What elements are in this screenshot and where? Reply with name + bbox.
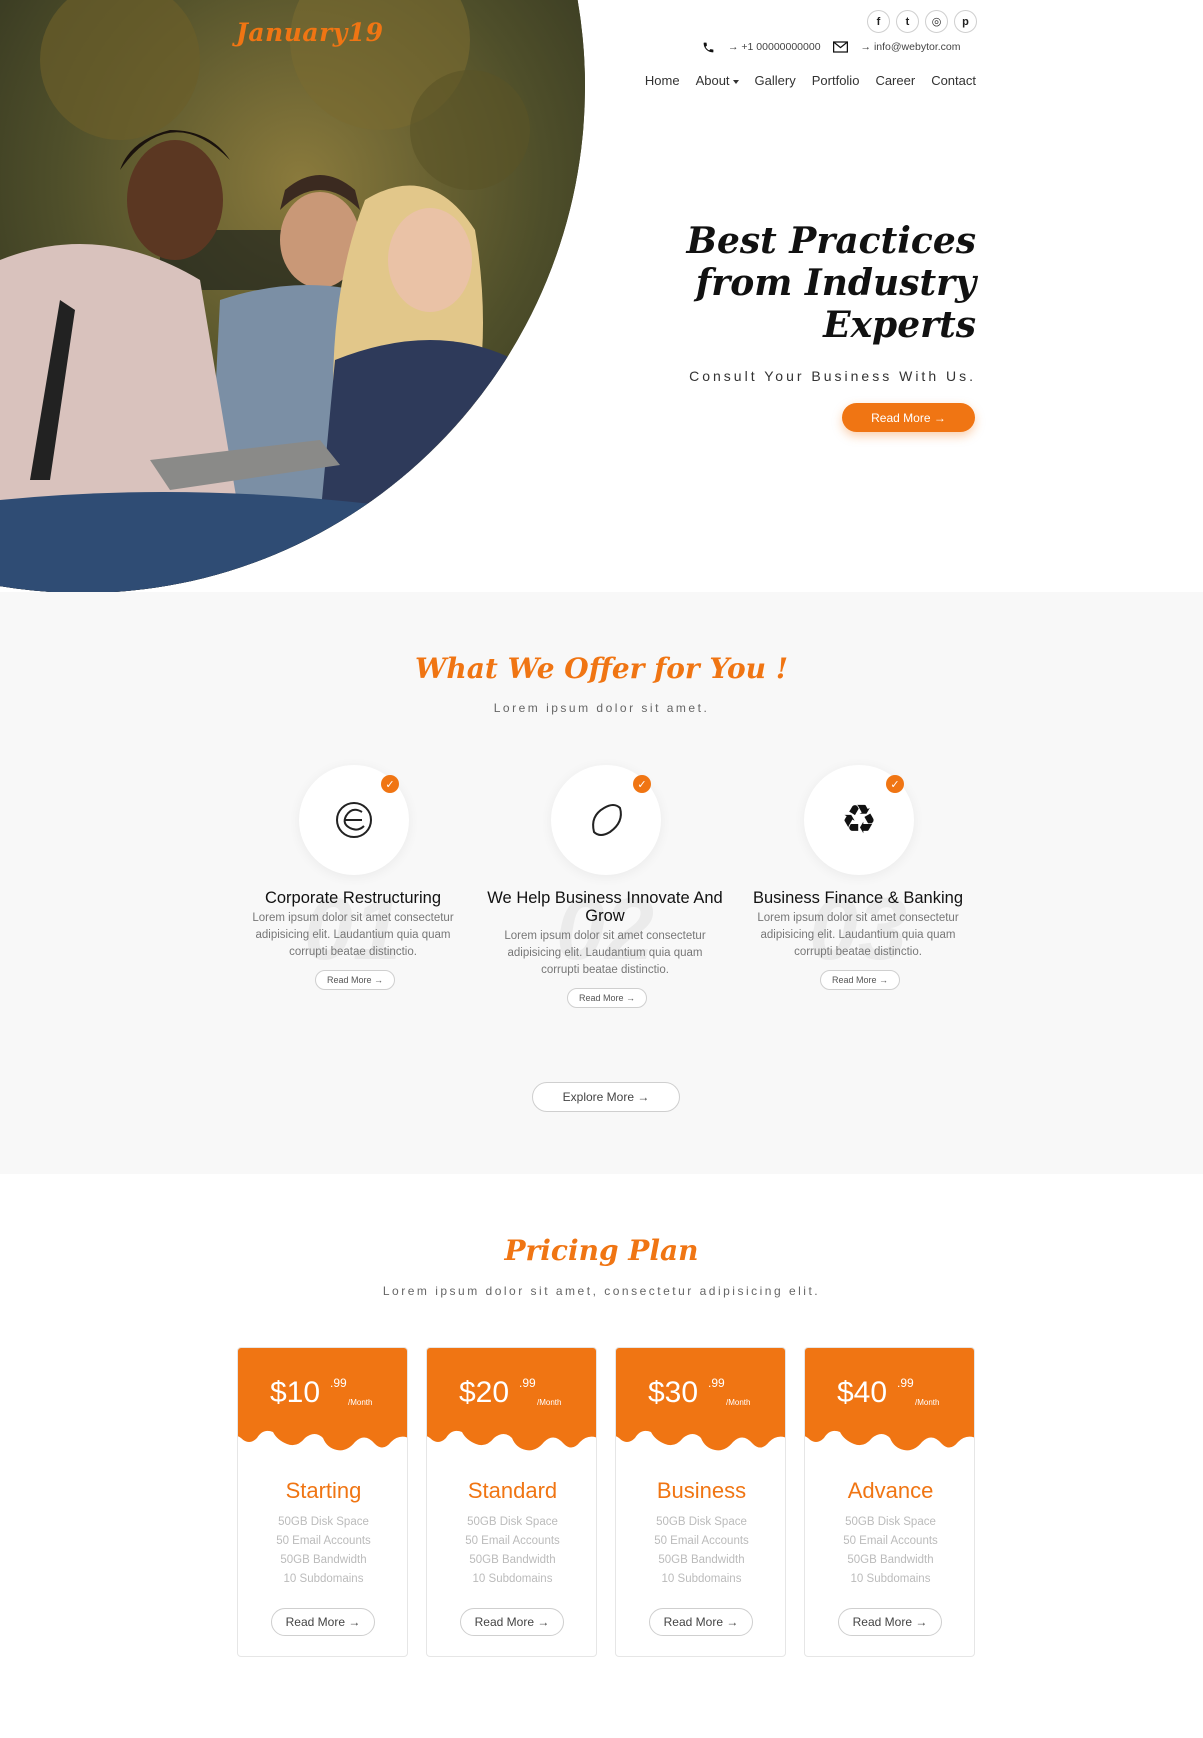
contact-info: → +1 00000000000 → info@webytor.com bbox=[700, 40, 973, 54]
plan-read-more-button[interactable]: Read More → bbox=[649, 1608, 753, 1636]
main-nav: Home About Gallery Portfolio Career Cont… bbox=[645, 73, 976, 88]
plan-feature: 10 Subdomains bbox=[661, 1573, 742, 1585]
phone-icon bbox=[700, 40, 716, 54]
plan-name: Standard bbox=[467, 1478, 558, 1503]
plan-period: /Month bbox=[726, 1398, 751, 1407]
feature-read-more-button[interactable]: Read More → bbox=[567, 988, 647, 1008]
plan-cents: .99 bbox=[897, 1376, 914, 1390]
hero-section: January19 f t ◎ p → +1 00000000000 → inf… bbox=[0, 0, 1203, 592]
plan-price: $10 bbox=[270, 1376, 321, 1409]
pricing-card: $40 .99 /Month Advance 50GB Disk Space 5… bbox=[804, 1347, 975, 1657]
plan-feature: 50GB Bandwidth bbox=[847, 1554, 934, 1566]
lemon-icon bbox=[592, 804, 622, 836]
plan-read-more-button[interactable]: Read More → bbox=[838, 1608, 942, 1636]
pricing-card: $30 .99 /Month Business 50GB Disk Space … bbox=[615, 1347, 786, 1657]
plan-feature: 50 Email Accounts bbox=[276, 1535, 371, 1547]
plan-feature: 50 Email Accounts bbox=[843, 1535, 938, 1547]
pricing-card: $10 .99 /Month Starting 50GB Disk Space … bbox=[237, 1347, 408, 1657]
plan-cents: .99 bbox=[519, 1376, 536, 1390]
nav-about-label: About bbox=[695, 73, 730, 88]
feature-card: 03 ♻ ✓ Business Finance & Banking Lorem … bbox=[738, 765, 978, 1005]
offer-subtitle: Lorem ipsum dolor sit amet. bbox=[493, 701, 710, 715]
instagram-icon[interactable]: ◎ bbox=[925, 10, 948, 33]
plan-price: $40 bbox=[837, 1376, 888, 1409]
explore-more-button[interactable]: Explore More → bbox=[532, 1082, 680, 1112]
hero-title-line: from Industry bbox=[695, 262, 976, 304]
plan-period: /Month bbox=[915, 1398, 940, 1407]
plan-feature: 50 Email Accounts bbox=[465, 1535, 560, 1547]
nav-home[interactable]: Home bbox=[645, 73, 680, 88]
plan-feature: 10 Subdomains bbox=[850, 1573, 931, 1585]
hero-read-more-button[interactable]: Read More → bbox=[842, 403, 975, 432]
plan-price: $20 bbox=[459, 1376, 510, 1409]
feature-description: Lorem ipsum dolor sit amet consectetur a… bbox=[252, 912, 454, 958]
check-icon: ✓ bbox=[381, 775, 399, 793]
pricing-section: Pricing Plan Lorem ipsum dolor sit amet,… bbox=[0, 1174, 1203, 1738]
check-icon: ✓ bbox=[886, 775, 904, 793]
plan-name: Business bbox=[656, 1478, 747, 1503]
plan-feature: 50GB Disk Space bbox=[845, 1516, 936, 1528]
plan-name: Advance bbox=[847, 1478, 934, 1503]
price-header-drip bbox=[805, 1348, 974, 1451]
price-header-drip bbox=[238, 1348, 407, 1451]
feature-read-more-button[interactable]: Read More → bbox=[315, 970, 395, 990]
nav-career[interactable]: Career bbox=[875, 73, 915, 88]
offer-section: What We Offer for You ! Lorem ipsum dolo… bbox=[0, 592, 1203, 1174]
recycle-icon: ♻ bbox=[841, 798, 877, 842]
envelope-icon bbox=[833, 40, 849, 54]
pricing-title: Pricing Plan bbox=[504, 1234, 699, 1267]
hero-title-line: Experts bbox=[823, 304, 976, 346]
feature-read-more-button[interactable]: Read More → bbox=[820, 970, 900, 990]
twitter-icon[interactable]: t bbox=[896, 10, 919, 33]
plan-period: /Month bbox=[537, 1398, 562, 1407]
nav-contact[interactable]: Contact bbox=[931, 73, 976, 88]
nav-portfolio[interactable]: Portfolio bbox=[812, 73, 860, 88]
plan-feature: 50GB Bandwidth bbox=[280, 1554, 367, 1566]
plan-read-more-button[interactable]: Read More → bbox=[460, 1608, 564, 1636]
plan-cents: .99 bbox=[330, 1376, 347, 1390]
globe-icon bbox=[336, 802, 372, 838]
hero-subtitle: Consult Your Business With Us. bbox=[689, 368, 976, 384]
plan-feature: 50GB Disk Space bbox=[278, 1516, 369, 1528]
feature-title: Business Finance & Banking bbox=[752, 889, 964, 907]
plan-feature: 50 Email Accounts bbox=[654, 1535, 749, 1547]
plan-read-more-button[interactable]: Read More → bbox=[271, 1608, 375, 1636]
hero-title-line: Best Practices bbox=[686, 220, 976, 262]
feature-description: Lorem ipsum dolor sit amet consectetur a… bbox=[757, 912, 959, 958]
site-logo[interactable]: January19 bbox=[236, 18, 384, 47]
pinterest-icon[interactable]: p bbox=[954, 10, 977, 33]
feature-description: Lorem ipsum dolor sit amet consectetur a… bbox=[504, 930, 706, 976]
plan-feature: 50GB Disk Space bbox=[656, 1516, 747, 1528]
email-address[interactable]: → info@webytor.com bbox=[861, 41, 961, 53]
plan-feature: 10 Subdomains bbox=[472, 1573, 553, 1585]
hero-photo bbox=[0, 0, 585, 592]
pricing-subtitle: Lorem ipsum dolor sit amet, consectetur … bbox=[382, 1284, 821, 1298]
plan-cents: .99 bbox=[708, 1376, 725, 1390]
phone-number[interactable]: → +1 00000000000 bbox=[728, 41, 821, 53]
price-header-drip bbox=[616, 1348, 785, 1451]
facebook-icon[interactable]: f bbox=[867, 10, 890, 33]
hero-title: Best Practices from Industry Experts bbox=[646, 220, 976, 346]
plan-feature: 50GB Bandwidth bbox=[658, 1554, 745, 1566]
plan-feature: 50GB Bandwidth bbox=[469, 1554, 556, 1566]
feature-title: We Help Business Innovate And Grow bbox=[487, 889, 723, 925]
plan-period: /Month bbox=[348, 1398, 373, 1407]
check-icon: ✓ bbox=[633, 775, 651, 793]
students-photo-illustration bbox=[0, 0, 585, 592]
plan-feature: 50GB Disk Space bbox=[467, 1516, 558, 1528]
feature-card: 01 ✓ Corporate Restructuring Lorem ipsum… bbox=[233, 765, 473, 1005]
price-header-drip bbox=[427, 1348, 596, 1451]
pricing-card: $20 .99 /Month Standard 50GB Disk Space … bbox=[426, 1347, 597, 1657]
nav-about[interactable]: About bbox=[696, 73, 739, 88]
feature-card: 02 ✓ We Help Business Innovate And Grow … bbox=[485, 765, 725, 1025]
plan-name: Starting bbox=[285, 1478, 362, 1503]
feature-title: Corporate Restructuring bbox=[264, 889, 442, 907]
offer-title: What We Offer for You ! bbox=[414, 652, 789, 685]
social-links: f t ◎ p bbox=[867, 10, 977, 33]
caret-down-icon bbox=[732, 79, 739, 84]
nav-gallery[interactable]: Gallery bbox=[755, 73, 796, 88]
plan-feature: 10 Subdomains bbox=[283, 1573, 364, 1585]
plan-price: $30 bbox=[648, 1376, 699, 1409]
